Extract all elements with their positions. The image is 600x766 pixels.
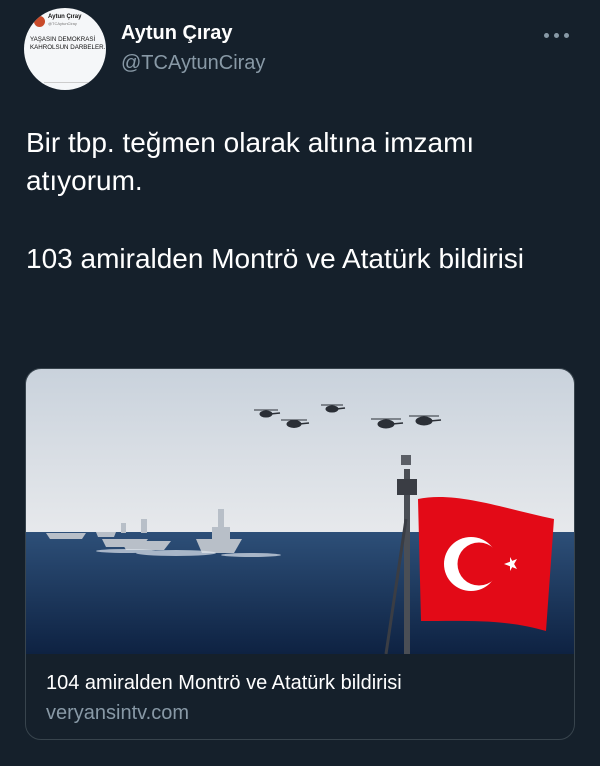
avatar-mini-name: Aytun Çıray xyxy=(48,14,82,20)
card-title[interactable]: 104 amiralden Montrö ve Atatürk bildiris… xyxy=(46,672,402,695)
author-display-name[interactable]: Aytun Çıray xyxy=(121,22,233,45)
card-image xyxy=(26,369,574,654)
avatar-mini-actions xyxy=(44,82,94,87)
author-handle[interactable]: @TCAytunCiray xyxy=(121,52,265,75)
avatar-mini-handle: @TCAytunCiray xyxy=(48,21,77,26)
turkish-flag-icon xyxy=(418,497,554,631)
avatar-mini-profile-icon xyxy=(34,16,45,27)
card-domain: veryansintv.com xyxy=(46,702,190,724)
more-horizontal-icon[interactable] xyxy=(544,28,574,42)
avatar[interactable]: Aytun Çıray @TCAytunCiray YAŞASIN DEMOKR… xyxy=(24,8,106,90)
tweet-text-paragraph-2: 103 amiralden Montrö ve Atatürk bildiris… xyxy=(26,243,525,274)
link-preview-card[interactable]: 104 amiralden Montrö ve Atatürk bildiris… xyxy=(25,368,575,740)
avatar-mini-text: YAŞASIN DEMOKRASİ KAHROLSUN DARBELER. xyxy=(30,36,106,51)
tweet-text-paragraph-1: Bir tbp. teğmen olarak altına imzamı atı… xyxy=(26,127,475,196)
